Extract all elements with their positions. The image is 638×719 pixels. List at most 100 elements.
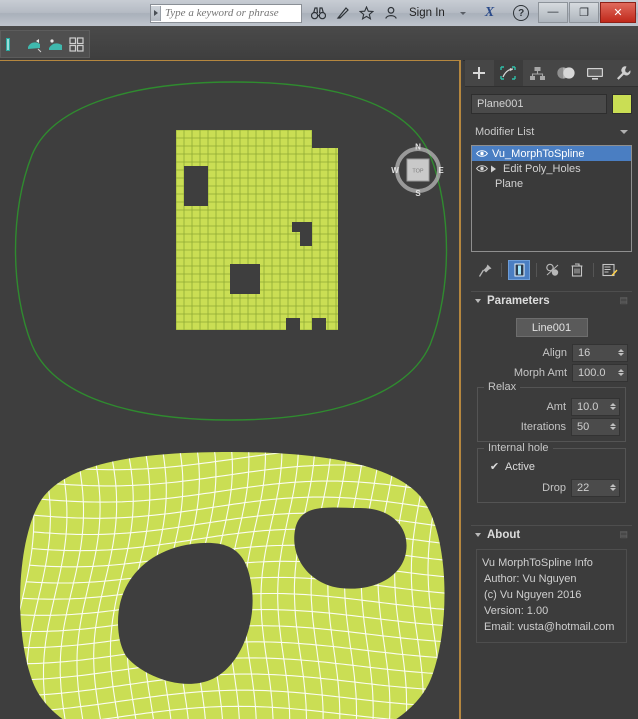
utilities-tab[interactable]: [609, 60, 638, 86]
spinner-arrows-icon[interactable]: [618, 369, 624, 376]
viewport-active-border: [459, 60, 461, 719]
make-unique-button[interactable]: [543, 261, 563, 279]
internal-hole-group-title: Internal hole: [484, 442, 553, 454]
spinner-arrows-icon[interactable]: [610, 423, 616, 430]
iterations-value: 50: [577, 420, 590, 433]
modifier-list-dropdown[interactable]: Modifier List: [471, 123, 632, 141]
search-binoculars-icon[interactable]: [311, 6, 326, 21]
param-label-iterations: Iterations: [520, 420, 566, 433]
internal-hole-active-checkbox[interactable]: ✔ Active: [489, 459, 620, 474]
show-end-result-button[interactable]: [508, 260, 530, 280]
param-label-morph-amt: Morph Amt: [513, 366, 567, 379]
parameters-title: Parameters: [487, 294, 550, 307]
sign-in-caret-icon[interactable]: [459, 11, 466, 15]
stack-item-edit-poly-holes[interactable]: Edit Poly_Holes: [472, 161, 631, 176]
titlebar-icon-group: Sign In X ?: [311, 5, 551, 21]
remove-modifier-button[interactable]: [567, 261, 587, 279]
minimize-button[interactable]: —: [538, 1, 568, 23]
viewcube-face-label: TOP: [412, 169, 424, 175]
pixel-plane-mesh: [176, 130, 338, 330]
about-title: About: [487, 528, 521, 541]
about-info-box: Vu MorphToSpline Info Author: Vu Nguyen …: [476, 549, 627, 643]
modifier-stack[interactable]: Vu_MorphToSpline Edit Poly_Holes Plane: [471, 145, 632, 252]
object-color-swatch[interactable]: [612, 94, 632, 114]
rollout-collapse-triangle-icon[interactable]: [475, 298, 481, 303]
help-icon[interactable]: ?: [513, 5, 530, 21]
modify-bent-icon: [500, 66, 516, 80]
command-panel-tabs: [465, 60, 638, 87]
render-setup-icon[interactable]: [5, 36, 22, 53]
stack-item-vu-morphtospline[interactable]: Vu_MorphToSpline: [472, 146, 631, 161]
param-row-align: Align 16: [475, 343, 628, 362]
parameters-rollout-header[interactable]: Parameters ▤: [471, 291, 632, 309]
make-unique-icon: [546, 263, 559, 276]
viewcube-north-label: N: [415, 143, 421, 152]
configure-modifier-sets-button[interactable]: [600, 261, 620, 279]
modifier-stack-buttons: [475, 259, 630, 281]
drop-spinner[interactable]: 22: [571, 478, 620, 497]
spinner-arrows-icon[interactable]: [610, 403, 616, 410]
favorites-star-icon[interactable]: [359, 6, 374, 21]
chevron-down-icon[interactable]: [620, 130, 628, 134]
viewcube-east-label: E: [438, 166, 444, 175]
motion-tab[interactable]: [551, 60, 580, 86]
stack-item-plane[interactable]: Plane: [472, 176, 631, 191]
command-panel: Plane001 Modifier List Vu_MorphToSpline: [465, 60, 638, 719]
search-dropdown-arrow-icon[interactable]: [151, 5, 161, 21]
param-row-relax-iterations: Iterations 50: [483, 417, 620, 436]
search-input[interactable]: [161, 6, 301, 20]
title-bar: Sign In X ? — ❐ ✕: [0, 0, 638, 26]
close-button[interactable]: ✕: [600, 1, 636, 23]
viewport-top[interactable]: TOP N S E W: [0, 60, 463, 719]
object-name-field[interactable]: Plane001: [471, 94, 607, 114]
divider: [593, 263, 594, 277]
about-rollout-header[interactable]: About ▤: [471, 525, 632, 543]
spinner-arrows-icon[interactable]: [610, 484, 616, 491]
hierarchy-tab[interactable]: [523, 60, 552, 86]
stack-item-label: Vu_MorphToSpline: [492, 147, 585, 160]
eye-icon[interactable]: [475, 148, 488, 160]
parameters-body: Line001 Align 16 Morph Amt 100.0 Relax A…: [471, 309, 632, 515]
eye-icon[interactable]: [475, 163, 488, 175]
viewcube-west-label: W: [391, 166, 399, 175]
create-tab[interactable]: [465, 60, 494, 86]
expand-triangle-icon[interactable]: [488, 165, 499, 173]
main-toolbar: [0, 26, 638, 61]
hierarchy-icon: [529, 67, 545, 80]
parameters-rollout: Parameters ▤ Line001 Align 16 Morph Amt …: [471, 291, 632, 515]
window-controls: — ❐ ✕: [537, 1, 636, 23]
about-rollout: About ▤ Vu MorphToSpline Info Author: Vu…: [471, 525, 632, 651]
morph-amt-spinner[interactable]: 100.0: [572, 363, 628, 382]
about-line-copyright: (c) Vu Nguyen 2016: [484, 589, 582, 601]
titlebar-left-spacer: [0, 0, 150, 26]
rollout-grip-icon: ▤: [619, 295, 628, 305]
spline-pick-button[interactable]: Line001: [515, 318, 588, 337]
divider: [501, 263, 502, 277]
sign-in-label[interactable]: Sign In: [409, 7, 445, 19]
align-spinner[interactable]: 16: [572, 343, 628, 362]
align-value: 16: [578, 346, 591, 359]
display-tab[interactable]: [580, 60, 609, 86]
quick-search-box[interactable]: [150, 3, 302, 23]
app-window: Sign In X ? — ❐ ✕: [0, 0, 638, 719]
pin-stack-button[interactable]: [475, 261, 495, 279]
render-region-grid-icon[interactable]: [68, 36, 85, 53]
spinner-arrows-icon[interactable]: [618, 349, 624, 356]
param-row-relax-amt: Amt 10.0: [483, 397, 620, 416]
about-line-email: Email: vusta@hotmail.com: [484, 621, 615, 633]
maximize-button[interactable]: ❐: [569, 1, 599, 23]
modify-tab[interactable]: [493, 60, 523, 86]
render-tool-group: [0, 30, 90, 58]
relax-amt-spinner[interactable]: 10.0: [571, 397, 620, 416]
user-account-icon[interactable]: [383, 6, 398, 21]
checkmark-icon: ✔: [489, 461, 500, 473]
viewcube-south-label: S: [415, 189, 421, 198]
motion-wheel-icon: [557, 67, 575, 79]
render-frame-window-icon[interactable]: [26, 36, 43, 53]
viewcube-widget[interactable]: TOP N S E W: [390, 142, 446, 199]
iterations-spinner[interactable]: 50: [571, 417, 620, 436]
rollout-collapse-triangle-icon[interactable]: [475, 532, 481, 537]
modifier-list-label: Modifier List: [475, 126, 535, 138]
exchange-icon[interactable]: [335, 6, 350, 21]
render-production-icon[interactable]: [47, 36, 64, 53]
